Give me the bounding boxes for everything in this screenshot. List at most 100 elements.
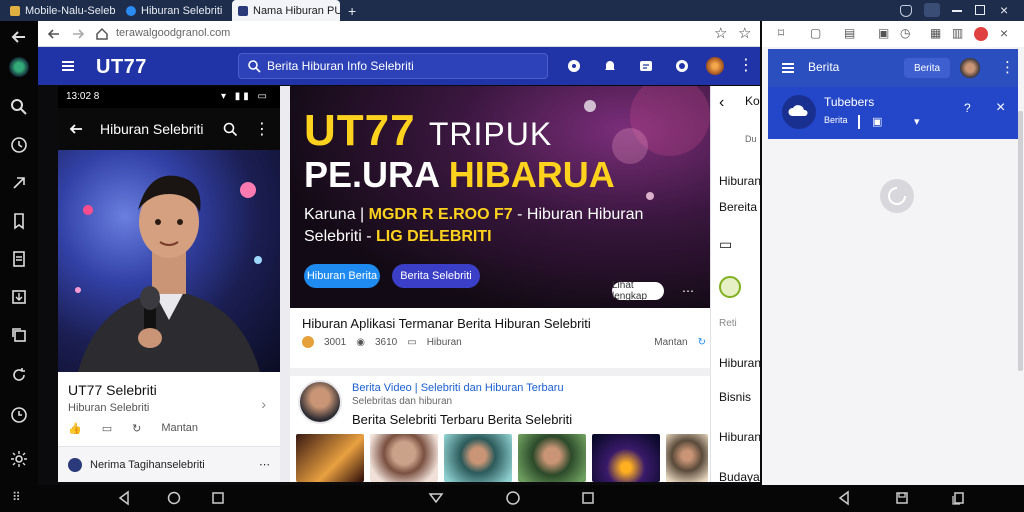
primary-cta-button[interactable]: Hiburan Berita (304, 264, 380, 288)
secondary-cta-button[interactable]: Berita Selebriti (392, 264, 480, 288)
message-icon[interactable] (638, 58, 654, 74)
menu-icon[interactable] (780, 60, 796, 76)
tab-2[interactable]: Hiburan Selebriti (120, 0, 230, 21)
thumbnail-image[interactable] (444, 434, 512, 482)
chevron-down-icon[interactable]: ▾ (914, 115, 920, 128)
share-icon[interactable] (9, 173, 29, 193)
avatar[interactable] (9, 57, 29, 77)
download-icon[interactable]: ▣ (878, 26, 889, 40)
bookmark-icon[interactable] (9, 211, 29, 231)
tab-1[interactable]: Mobile-Nalu-Selebriti (4, 0, 116, 21)
settings-icon[interactable] (9, 449, 29, 469)
explore-icon[interactable] (566, 58, 582, 74)
tab-3-active[interactable]: Nama Hiburan PUSA × (232, 0, 340, 21)
notification-badge-icon[interactable] (974, 27, 988, 41)
bookmark-icon[interactable]: ⌑ (778, 26, 784, 40)
recents-icon[interactable] (210, 490, 226, 506)
close-icon[interactable]: × (996, 99, 1005, 117)
save-icon[interactable]: ▥ (952, 26, 963, 40)
article-title[interactable]: Hiburan Aplikasi Termanar Berita Hiburan… (302, 316, 591, 331)
thumbnail-image[interactable] (518, 434, 586, 482)
forward-icon[interactable] (70, 26, 86, 42)
bell-icon[interactable] (602, 58, 618, 74)
back-arrow-icon[interactable] (68, 121, 84, 137)
user-profile-icon[interactable] (924, 3, 940, 17)
profile-more[interactable]: Mantan (161, 422, 198, 435)
like-icon[interactable]: 👍 (68, 422, 82, 435)
save-icon[interactable] (894, 490, 910, 506)
back-icon[interactable] (46, 26, 62, 42)
menu-icon[interactable] (60, 58, 76, 74)
scrollbar[interactable] (1018, 111, 1023, 371)
document-icon[interactable] (9, 249, 29, 269)
post-title[interactable]: Berita Video | Selebriti dan Hiburan Ter… (352, 382, 564, 394)
more-vertical-icon[interactable]: ⋮ (738, 55, 754, 75)
thumbnail-image[interactable] (666, 434, 708, 482)
save-icon[interactable]: ▣ (872, 115, 882, 128)
phone-notification-card[interactable]: Nerima Tagihanselebriti ⋯ (58, 446, 280, 482)
chevron-left-icon[interactable]: ‹ (719, 94, 724, 112)
secondary-info-card[interactable]: Tubebers Berita ▣ ▾ ? × (768, 87, 1018, 139)
more-vertical-icon[interactable]: ⋮ (1000, 58, 1015, 76)
back-triangle-icon[interactable] (116, 490, 132, 506)
shield-icon[interactable] (900, 5, 912, 17)
site-search-input[interactable]: Berita Hiburan Info Selebriti (238, 53, 548, 79)
celebrity-photo[interactable] (58, 150, 280, 372)
cast-icon[interactable]: ▭ (719, 236, 732, 253)
refresh-icon[interactable] (9, 365, 29, 385)
new-tab-icon[interactable]: + (342, 0, 360, 21)
chevron-down-icon[interactable] (428, 490, 444, 506)
avatar[interactable] (706, 57, 724, 75)
copy-icon[interactable]: ▢ (810, 26, 821, 40)
history-icon[interactable] (9, 135, 29, 155)
side-item[interactable]: Bereita (719, 200, 757, 214)
search-icon[interactable] (222, 121, 238, 137)
side-item[interactable]: Hiburan (719, 356, 761, 370)
back-triangle-icon[interactable] (836, 490, 852, 506)
recents-icon[interactable] (950, 490, 966, 506)
side-item[interactable]: Hiburan (719, 174, 761, 188)
close-window-icon[interactable]: × (1000, 2, 1008, 18)
apps-grid-icon[interactable]: ⠿ (12, 490, 28, 506)
search-icon[interactable] (9, 97, 29, 117)
hero-more-button[interactable]: Lihat lengkap (612, 280, 664, 302)
site-brand[interactable]: UT77 (96, 56, 147, 79)
more-vertical-icon[interactable]: ⋮ (254, 119, 270, 139)
help-icon[interactable]: ? (964, 101, 971, 115)
history-icon[interactable]: ◷ (900, 26, 910, 40)
home-circle-icon[interactable] (166, 490, 182, 506)
side-item[interactable]: Reti (719, 318, 737, 329)
feed-post[interactable]: Berita Video | Selebriti dan Hiburan Ter… (298, 376, 708, 432)
comment-icon[interactable]: ▭ (102, 422, 112, 435)
url-field[interactable]: terawalgoodgranol.com (116, 27, 676, 41)
more-horizontal-icon[interactable]: ⋯ (682, 284, 694, 298)
share-icon[interactable]: ↻ (132, 422, 141, 435)
chat-icon[interactable] (674, 58, 690, 74)
minimize-icon[interactable] (952, 10, 962, 12)
thumbnail-image[interactable] (592, 434, 660, 482)
side-item[interactable]: Hiburan (719, 430, 761, 444)
hero-banner[interactable]: UT77 TRIPUK PE.URA HIBARUA Karuna | MGDR… (290, 86, 710, 308)
chevron-right-icon[interactable]: › (261, 396, 266, 412)
refresh-icon[interactable]: ↻ (698, 337, 706, 348)
side-item[interactable]: Budaya (719, 470, 760, 484)
back-arrow-icon[interactable] (9, 27, 29, 47)
side-item[interactable]: Bisnis (719, 390, 751, 404)
download-icon[interactable] (9, 287, 29, 307)
favorites-icon[interactable]: ☆ (738, 24, 751, 42)
badge-icon[interactable] (719, 276, 741, 298)
avatar[interactable] (960, 58, 980, 78)
secondary-action-button[interactable]: Berita (904, 58, 950, 78)
copy-icon[interactable] (9, 325, 29, 345)
more-horizontal-icon[interactable]: ⋯ (259, 458, 270, 471)
close-icon[interactable]: × (1000, 25, 1008, 41)
star-icon[interactable]: ☆ (714, 24, 727, 42)
recents-icon[interactable] (580, 490, 596, 506)
maximize-icon[interactable] (975, 5, 985, 15)
home-circle-icon[interactable] (505, 490, 521, 506)
thumbnail-image[interactable] (296, 434, 364, 482)
home-icon[interactable] (94, 26, 110, 42)
thumbnail-image[interactable] (370, 434, 438, 482)
clock-icon[interactable] (9, 405, 29, 425)
document-icon[interactable]: ▤ (844, 26, 855, 40)
